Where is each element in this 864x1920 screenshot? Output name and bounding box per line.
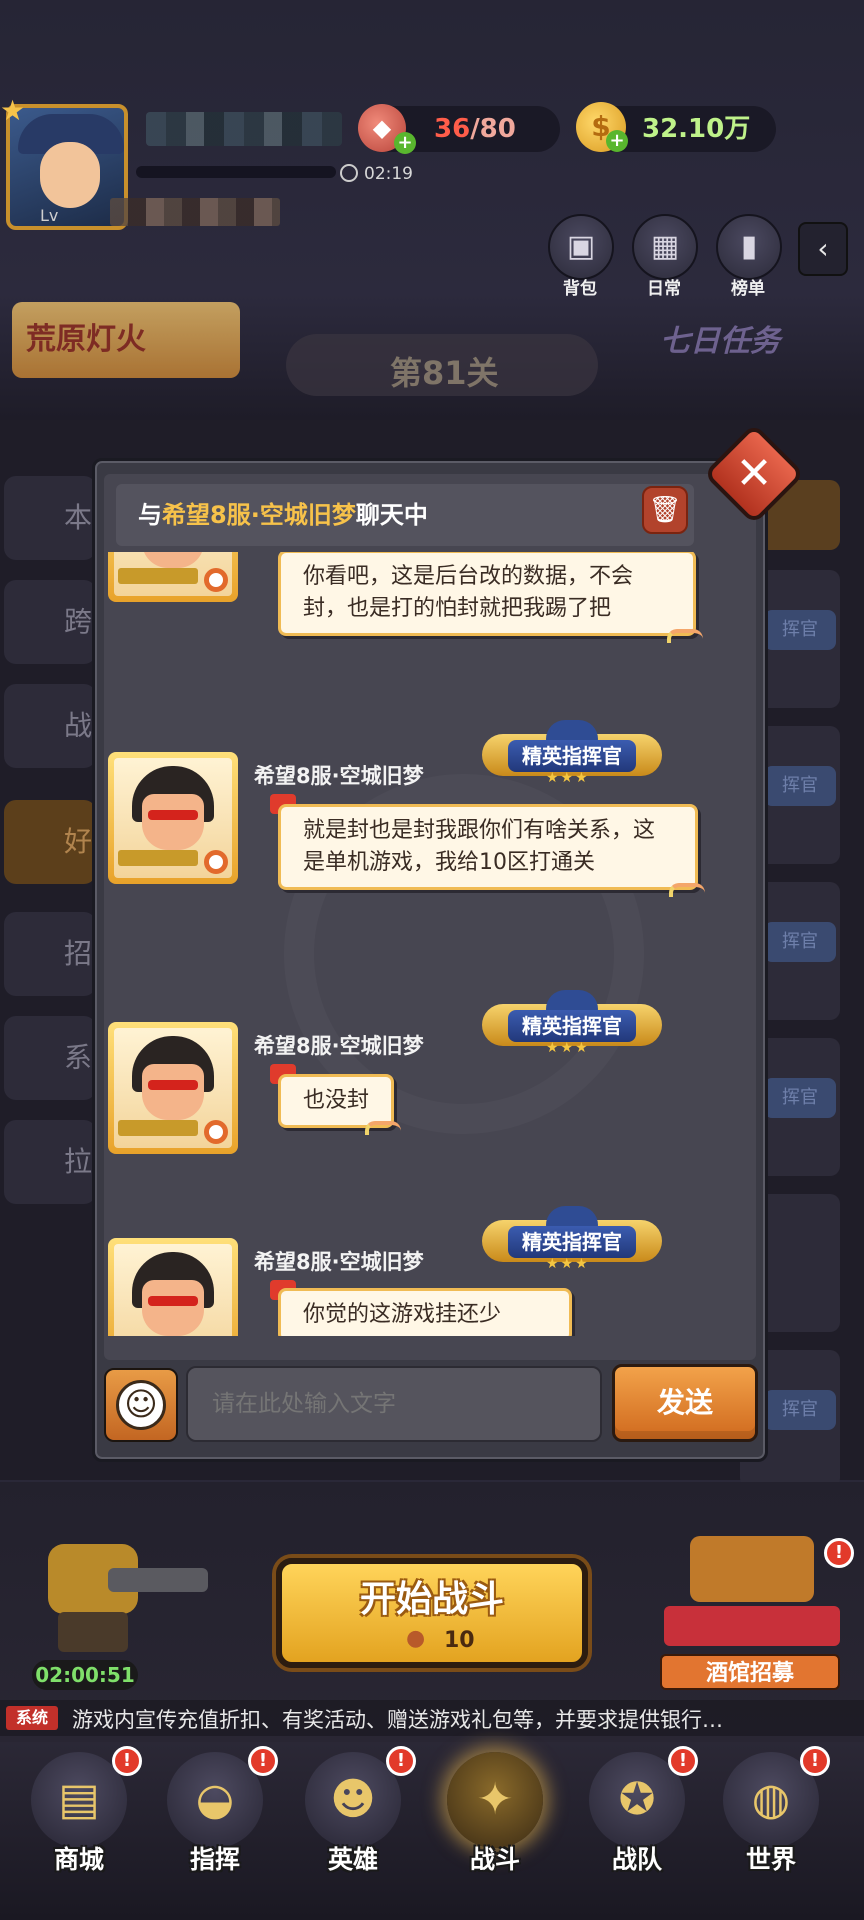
nav-label: 战队	[611, 1845, 662, 1874]
event-banner-wasteland[interactable]: 荒原灯火	[12, 302, 240, 378]
bubble-decoration-icon	[365, 1121, 402, 1135]
player-info-pixelated	[110, 198, 280, 226]
sender-avatar[interactable]	[108, 552, 238, 602]
message-text: 你觉的这游戏挂还少	[303, 1302, 502, 1327]
system-tag: 系统	[6, 1706, 58, 1730]
daily-label: 日常	[647, 279, 681, 299]
chat-header: 与希望8服·空城旧梦聊天中	[116, 484, 694, 546]
daily-box-icon: ▦	[650, 229, 680, 264]
delete-chat-button[interactable]: 🗑	[642, 486, 688, 534]
side-tab-2[interactable]: 战	[4, 684, 96, 768]
rank-badge: 挥官	[764, 1078, 836, 1118]
message-text: 你看吧，这是后台改的数据，不会封，也是打的怕封就把我踢了把	[303, 564, 634, 621]
sender-name: 希望8服·空城旧梦	[254, 1250, 424, 1274]
chat-bubble: 就是封也是封我跟你们有啥关系，这是单机游戏，我给10区打通关	[278, 804, 705, 897]
side-tab-4[interactable]: 招	[4, 912, 96, 996]
nav-battle[interactable]: ✦ 战斗	[440, 1752, 550, 1882]
mech-unit[interactable]	[28, 1524, 208, 1654]
rank-badge: 挥官	[764, 1390, 836, 1430]
hero-alert-badge: !	[386, 1746, 416, 1776]
bubble-decoration-icon	[667, 629, 703, 643]
sender-name: 希望8服·空城旧梦	[254, 764, 424, 788]
drumstick-icon: ●	[406, 1626, 426, 1651]
nav-label: 商城	[53, 1845, 104, 1874]
mech-countdown: 02:00:51	[32, 1660, 138, 1690]
side-tab-1[interactable]: 跨	[4, 580, 96, 664]
start-battle-cost: 10	[444, 1628, 475, 1653]
nav-label: 指挥	[189, 1845, 240, 1874]
player-name-pixelated	[146, 112, 342, 146]
sender-avatar[interactable]	[108, 752, 238, 884]
backpack-icon: ▣	[566, 229, 596, 264]
side-tab-0[interactable]: 本	[4, 476, 96, 560]
nav-label: 世界	[745, 1845, 796, 1874]
message-text: 也没封	[303, 1088, 370, 1113]
ranking-icon: ▮	[740, 229, 758, 264]
chat-target-name: 希望8服·空城旧梦	[162, 501, 356, 529]
daily-button[interactable]: ▦	[632, 214, 698, 280]
rank-badge: 挥官	[764, 922, 836, 962]
collapse-menu-button[interactable]: ‹	[798, 222, 848, 276]
backpack-label: 背包	[563, 279, 597, 299]
world-alert-badge: !	[800, 1746, 830, 1776]
sender-avatar[interactable]	[108, 1238, 238, 1336]
coin-amount: 32.10万	[642, 114, 751, 144]
ranking-button[interactable]: ▮	[716, 214, 782, 280]
stamina-timer: 02:19	[364, 164, 413, 184]
tavern-alert-badge: !	[824, 1538, 854, 1568]
chat-bubble: 也没封	[278, 1074, 402, 1135]
seven-day-task-banner[interactable]: 七日任务	[660, 316, 840, 386]
send-button[interactable]: 发送	[612, 1364, 758, 1442]
team-alert-badge: !	[668, 1746, 698, 1776]
chat-text-input[interactable]	[186, 1366, 602, 1442]
side-tab-6[interactable]: 拉	[4, 1120, 96, 1204]
side-tab-5[interactable]: 系	[4, 1016, 96, 1100]
message-text: 就是封也是封我跟你们有啥关系，这是单机游戏，我给10区打通关	[303, 818, 656, 875]
smiley-icon: ☺	[116, 1380, 166, 1430]
elite-commander-badge: 精英指挥官 ★★★	[482, 1206, 662, 1272]
nav-label: 英雄	[327, 1845, 378, 1874]
trash-icon: 🗑	[648, 495, 682, 525]
chat-message-list[interactable]: 你看吧，这是后台改的数据，不会封，也是打的怕封就把我踢了把 希望8服·空城旧梦 …	[104, 552, 756, 1336]
chat-bubble: 你觉的这游戏挂还少	[278, 1288, 572, 1336]
clock-icon	[340, 164, 358, 182]
tavern-recruit-label[interactable]: 酒馆招募	[660, 1654, 840, 1690]
rank-badge: 挥官	[764, 766, 836, 806]
header-prefix: 与	[138, 501, 162, 529]
header-suffix: 聊天中	[355, 501, 428, 529]
stamina-max: /80	[470, 114, 516, 144]
chat-bubble: 你看吧，这是后台改的数据，不会封，也是打的怕封就把我踢了把	[278, 552, 703, 643]
elite-commander-badge: 精英指挥官 ★★★	[482, 720, 662, 786]
level-label: Lv	[40, 206, 59, 225]
sender-name: 希望8服·空城旧梦	[254, 1034, 424, 1058]
add-stamina-button[interactable]: +	[394, 132, 416, 154]
stamina-current: 36	[434, 114, 471, 144]
command-alert-badge: !	[248, 1746, 278, 1776]
rank-badge: 挥官	[764, 610, 836, 650]
backpack-button[interactable]: ▣	[548, 214, 614, 280]
close-icon: ✕	[735, 448, 773, 499]
ranking-label: 榜单	[731, 279, 765, 299]
start-battle-label: 开始战斗	[359, 1579, 504, 1620]
battle-gun-icon: ✦	[447, 1752, 543, 1848]
system-news-text: 游戏内宣传充值折扣、有奖活动、赠送游戏礼包等，并要求提供银行…	[72, 1708, 723, 1732]
avatar-face	[40, 142, 100, 208]
side-tab-3[interactable]: 好	[4, 800, 96, 884]
star-icon: ★	[0, 94, 26, 127]
experience-bar	[136, 166, 336, 178]
shop-alert-badge: !	[112, 1746, 142, 1776]
nav-label: 战斗	[469, 1845, 520, 1874]
add-coins-button[interactable]: +	[606, 130, 628, 152]
chevron-left-icon: ‹	[817, 232, 829, 265]
sender-avatar[interactable]	[108, 1022, 238, 1154]
bubble-decoration-icon	[669, 883, 705, 897]
elite-commander-badge: 精英指挥官 ★★★	[482, 990, 662, 1056]
stage-label: 第81关	[390, 354, 499, 392]
